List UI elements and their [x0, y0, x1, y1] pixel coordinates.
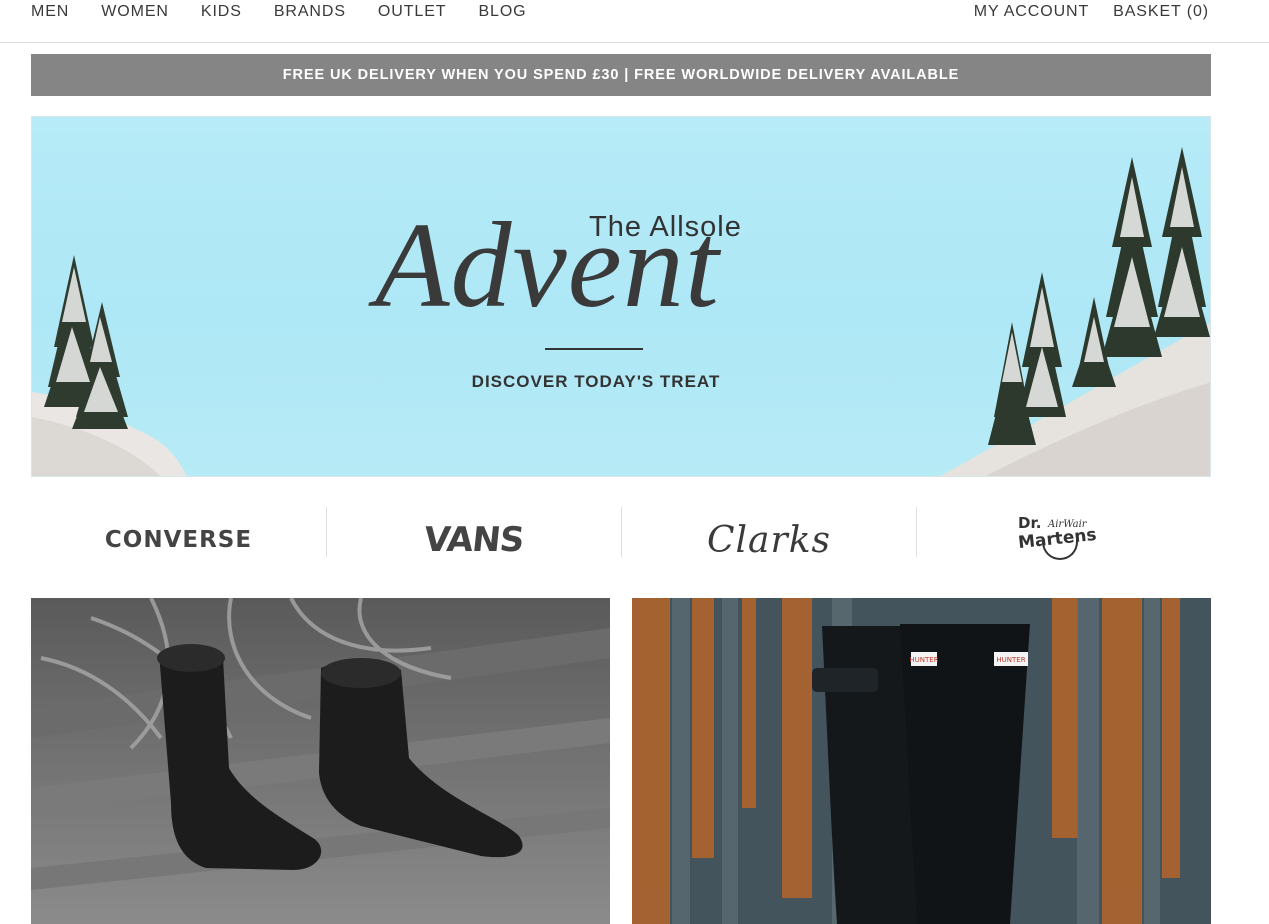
- clarks-logo: Clarks: [706, 519, 832, 561]
- nav-blog[interactable]: BLOG: [478, 3, 526, 21]
- hero-cta-link[interactable]: DISCOVER TODAY'S TREAT: [431, 372, 761, 392]
- nav-kids[interactable]: KIDS: [201, 3, 242, 21]
- hunter-label-left: HUNTER: [909, 656, 938, 664]
- hunter-label-right: HUNTER: [996, 656, 1025, 664]
- hero-divider: [545, 348, 643, 350]
- my-account-link[interactable]: MY ACCOUNT: [974, 3, 1089, 21]
- dr-martens-logo: Dr. AirWair Martens: [1017, 514, 1110, 564]
- nav-men[interactable]: MEN: [31, 3, 69, 21]
- converse-logo: CONVERSE: [104, 527, 253, 553]
- advent-hero-banner[interactable]: The Allsole Advent DISCOVER TODAY'S TREA…: [31, 116, 1211, 477]
- promo-text: FREE UK DELIVERY WHEN YOU SPEND £30 | FR…: [282, 67, 960, 83]
- sheepskin-boots-image: [31, 598, 610, 924]
- brand-clarks[interactable]: Clarks: [621, 507, 916, 561]
- rubber-boots-image: HUNTER HUNTER: [632, 598, 1211, 924]
- brand-converse[interactable]: CONVERSE: [31, 507, 326, 557]
- account-menu: MY ACCOUNT BASKET (0): [950, 3, 1209, 21]
- vans-logo: VANS: [422, 520, 526, 560]
- delivery-promo-banner[interactable]: FREE UK DELIVERY WHEN YOU SPEND £30 | FR…: [31, 54, 1211, 96]
- nav-brands[interactable]: BRANDS: [274, 3, 346, 21]
- nav-women[interactable]: WOMEN: [101, 3, 169, 21]
- main-menu: MEN WOMEN KIDS BRANDS OUTLET BLOG: [31, 3, 559, 21]
- hunter-wellies-promo-tile[interactable]: HUNTER HUNTER: [632, 598, 1211, 924]
- hero-title: Advent: [375, 198, 720, 333]
- ugg-boots-promo-tile[interactable]: [31, 598, 610, 924]
- brand-dr-martens[interactable]: Dr. AirWair Martens: [916, 507, 1211, 560]
- nav-outlet[interactable]: OUTLET: [378, 3, 447, 21]
- basket-link[interactable]: BASKET (0): [1113, 3, 1209, 21]
- top-navigation: MEN WOMEN KIDS BRANDS OUTLET BLOG MY ACC…: [0, 0, 1269, 43]
- brand-vans[interactable]: VANS: [326, 507, 621, 560]
- brand-logo-row: CONVERSE VANS Clarks Dr. AirWair Martens: [31, 507, 1211, 561]
